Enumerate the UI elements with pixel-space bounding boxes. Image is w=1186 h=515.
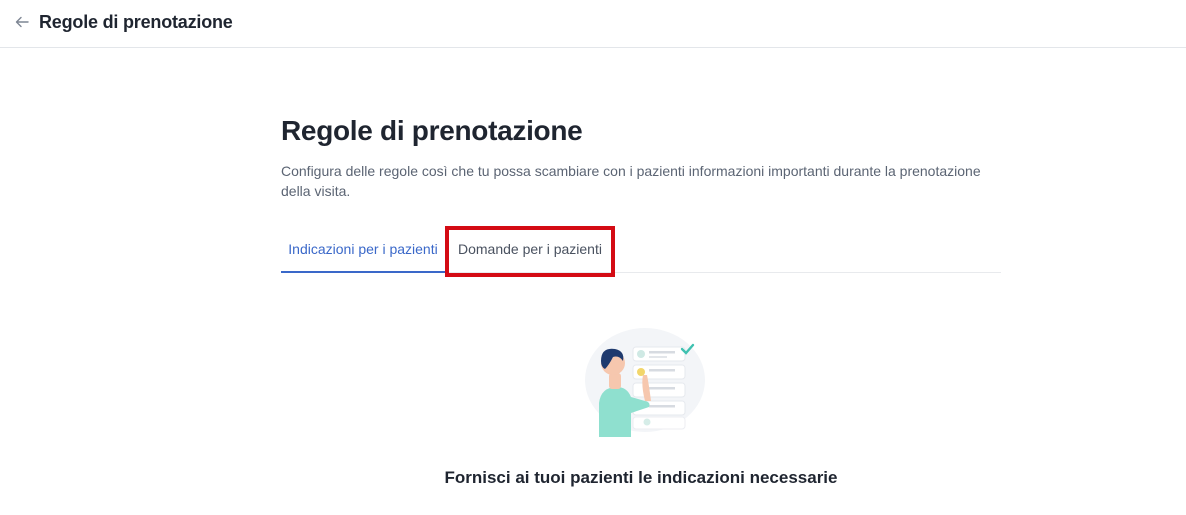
- top-bar: Regole di prenotazione: [0, 0, 1186, 48]
- page-title: Regole di prenotazione: [281, 115, 583, 146]
- empty-state-title: Fornisci ai tuoi pazienti le indicazioni…: [444, 468, 838, 487]
- tab-indicazioni[interactable]: Indicazioni per i pazienti: [281, 226, 445, 273]
- main-content: Regole di prenotazione Configura delle r…: [281, 110, 1001, 201]
- page-description: Configura delle regole così che tu possa…: [281, 163, 981, 199]
- tab-domande[interactable]: Domande per i pazienti: [445, 226, 615, 273]
- back-button[interactable]: [12, 12, 32, 32]
- arrow-left-icon: [15, 16, 29, 28]
- empty-state-illustration: [575, 325, 710, 437]
- tab-bar: Indicazioni per i pazienti Domande per i…: [281, 226, 1001, 273]
- header-title: Regole di prenotazione: [39, 12, 233, 32]
